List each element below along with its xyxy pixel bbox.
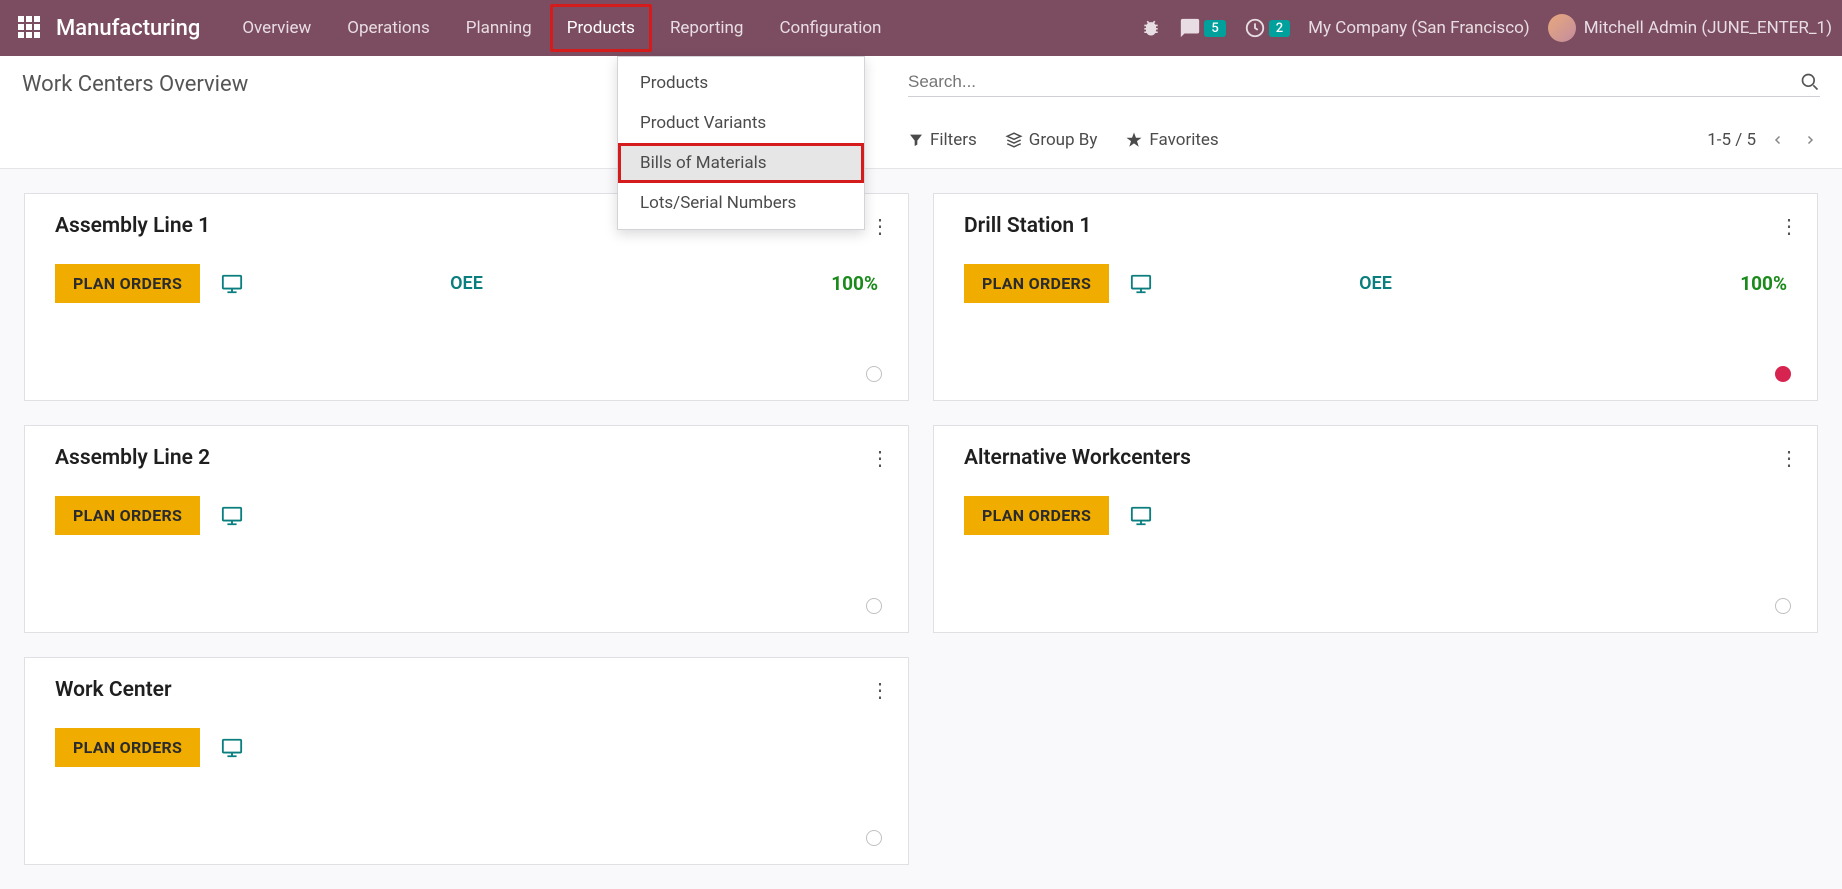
status-indicator[interactable] — [866, 366, 882, 382]
apps-icon[interactable] — [18, 16, 42, 40]
messages-badge: 5 — [1204, 20, 1225, 37]
card-title: Alternative Workcenters — [964, 446, 1787, 470]
status-indicator[interactable] — [1775, 366, 1791, 382]
card-menu-icon[interactable]: ⋮ — [870, 214, 890, 238]
dropdown-products[interactable]: Products — [618, 63, 864, 103]
app-brand[interactable]: Manufacturing — [56, 16, 200, 41]
products-dropdown: Products Product Variants Bills of Mater… — [617, 56, 865, 230]
nav-operations[interactable]: Operations — [329, 0, 448, 56]
nav-configuration[interactable]: Configuration — [761, 0, 899, 56]
plan-orders-button[interactable]: PLAN ORDERS — [55, 728, 200, 767]
nav-overview[interactable]: Overview — [224, 0, 329, 56]
top-navbar: Manufacturing Overview Operations Planni… — [0, 0, 1842, 56]
monitor-icon[interactable] — [1129, 273, 1153, 295]
workcenter-card[interactable]: Work Center ⋮ PLAN ORDERS — [24, 657, 909, 865]
card-menu-icon[interactable]: ⋮ — [870, 678, 890, 702]
card-menu-icon[interactable]: ⋮ — [1779, 446, 1799, 470]
dropdown-lots-serial[interactable]: Lots/Serial Numbers — [618, 183, 864, 223]
plan-orders-button[interactable]: PLAN ORDERS — [55, 496, 200, 535]
card-title: Drill Station 1 — [964, 214, 1787, 238]
monitor-icon[interactable] — [220, 737, 244, 759]
status-indicator[interactable] — [866, 598, 882, 614]
pager-value: 1-5 / 5 — [1707, 130, 1756, 150]
favorites-button[interactable]: Favorites — [1125, 130, 1218, 150]
search-wrap — [908, 72, 1820, 97]
workcenter-card[interactable]: Drill Station 1 ⋮ PLAN ORDERS OEE 100% — [933, 193, 1818, 401]
monitor-icon[interactable] — [220, 273, 244, 295]
control-panel: Work Centers Overview Filters Group By F… — [0, 56, 1842, 169]
status-indicator[interactable] — [1775, 598, 1791, 614]
card-title: Work Center — [55, 678, 878, 702]
plan-orders-button[interactable]: PLAN ORDERS — [964, 264, 1109, 303]
workcenter-card[interactable]: Alternative Workcenters ⋮ PLAN ORDERS — [933, 425, 1818, 633]
avatar — [1548, 14, 1576, 42]
dropdown-product-variants[interactable]: Product Variants — [618, 103, 864, 143]
messages-icon[interactable]: 5 — [1179, 17, 1225, 39]
search-icon[interactable] — [1800, 72, 1820, 92]
kanban-view: Assembly Line 1 ⋮ PLAN ORDERS OEE 100% A… — [0, 169, 1842, 889]
nav-planning[interactable]: Planning — [448, 0, 550, 56]
dropdown-bills-of-materials[interactable]: Bills of Materials — [618, 143, 864, 183]
company-selector[interactable]: My Company (San Francisco) — [1308, 18, 1530, 38]
filters-button[interactable]: Filters — [908, 130, 977, 150]
workcenter-card[interactable]: Assembly Line 2 ⋮ PLAN ORDERS — [24, 425, 909, 633]
status-indicator[interactable] — [866, 830, 882, 846]
monitor-icon[interactable] — [1129, 505, 1153, 527]
pager-prev[interactable] — [1768, 127, 1788, 153]
oee-label[interactable]: OEE — [450, 273, 483, 294]
card-title: Assembly Line 2 — [55, 446, 878, 470]
search-input[interactable] — [908, 72, 1800, 92]
nav-right: 5 2 My Company (San Francisco) Mitchell … — [1141, 14, 1832, 42]
activities-badge: 2 — [1269, 20, 1290, 37]
pager-next[interactable] — [1800, 127, 1820, 153]
plan-orders-button[interactable]: PLAN ORDERS — [55, 264, 200, 303]
groupby-label: Group By — [1029, 130, 1098, 150]
activities-icon[interactable]: 2 — [1244, 17, 1290, 39]
plan-orders-button[interactable]: PLAN ORDERS — [964, 496, 1109, 535]
filters-label: Filters — [930, 130, 977, 150]
nav-reporting[interactable]: Reporting — [652, 0, 762, 56]
oee-value: 100% — [1740, 272, 1787, 295]
nav-products[interactable]: Products — [550, 4, 652, 52]
oee-value: 100% — [831, 272, 878, 295]
card-menu-icon[interactable]: ⋮ — [1779, 214, 1799, 238]
monitor-icon[interactable] — [220, 505, 244, 527]
page-title: Work Centers Overview — [22, 72, 248, 97]
pager: 1-5 / 5 — [1707, 127, 1820, 153]
groupby-button[interactable]: Group By — [1005, 130, 1098, 150]
favorites-label: Favorites — [1149, 130, 1218, 150]
user-name: Mitchell Admin (JUNE_ENTER_1) — [1584, 18, 1832, 38]
user-menu[interactable]: Mitchell Admin (JUNE_ENTER_1) — [1548, 14, 1832, 42]
oee-label[interactable]: OEE — [1359, 273, 1392, 294]
debug-icon[interactable] — [1141, 18, 1161, 38]
card-menu-icon[interactable]: ⋮ — [870, 446, 890, 470]
